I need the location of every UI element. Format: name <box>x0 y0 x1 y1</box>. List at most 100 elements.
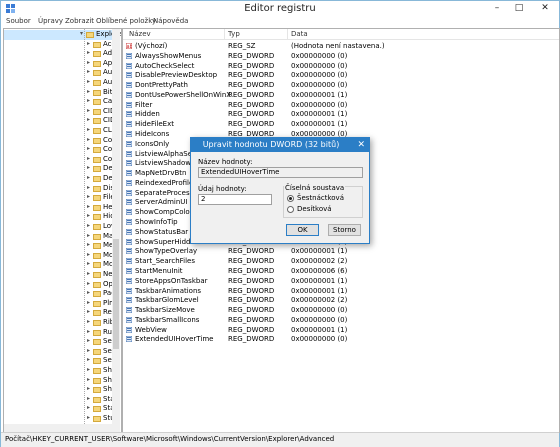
registry-key-tree[interactable]: ▸ Stu ▸ Star ▸ Star ▸ Shu ▸ Sha ▸ Sha ▸ Ses ▸ Sea ▸ Sea ▸ R… <box>3 28 122 433</box>
tree-item[interactable]: ▸ Sha <box>4 376 116 386</box>
registry-value-row[interactable]: TaskbarSmallIcons REG_DWORD 0x00000000 (0) <box>123 315 559 325</box>
registry-value-row[interactable]: Start_SearchFiles REG_DWORD 0x00000002 (2) <box>123 256 559 266</box>
tree-item[interactable]: ▾ Explore <box>4 30 121 40</box>
tree-item[interactable]: ▸ Hid <box>4 212 115 222</box>
expand-arrow-icon[interactable]: ▸ <box>87 337 90 344</box>
expand-arrow-icon[interactable]: ▸ <box>87 289 90 296</box>
menu-file[interactable]: Soubor <box>6 17 31 25</box>
menu-help[interactable]: Nápověda <box>153 17 188 25</box>
expand-arrow-icon[interactable]: ▸ <box>87 385 90 392</box>
menu-favorites[interactable]: Oblíbené položky <box>96 17 156 25</box>
dialog-close-button[interactable]: ✕ <box>357 140 365 150</box>
expand-arrow-icon[interactable]: ▸ <box>87 232 90 239</box>
hexadecimal-radio[interactable] <box>287 195 294 202</box>
expand-arrow-icon[interactable]: ▸ <box>87 174 90 181</box>
registry-value-row[interactable]: TaskbarSizeMove REG_DWORD 0x00000000 (0) <box>123 305 559 315</box>
expand-arrow-icon[interactable]: ▸ <box>87 241 90 248</box>
collapse-arrow-icon[interactable]: ▾ <box>80 30 83 37</box>
expand-arrow-icon[interactable]: ▸ <box>87 270 90 277</box>
tree-item[interactable]: ▸ BitE <box>4 88 117 98</box>
expand-arrow-icon[interactable]: ▸ <box>87 347 90 354</box>
expand-arrow-icon[interactable]: ▸ <box>87 145 90 152</box>
registry-value-row[interactable]: StoreAppsOnTaskbar REG_DWORD 0x00000001 (1… <box>123 276 559 286</box>
tree-item[interactable]: ▸ Pac <box>4 289 115 299</box>
tree-item[interactable]: ▸ Des <box>4 174 116 184</box>
tree-item[interactable]: ▸ Plm <box>4 299 116 309</box>
expand-arrow-icon[interactable]: ▸ <box>87 328 90 335</box>
expand-arrow-icon[interactable]: ▸ <box>87 59 90 66</box>
tree-item[interactable]: ▸ Sha <box>4 366 116 376</box>
tree-item[interactable]: ▸ Aut <box>4 78 115 88</box>
cancel-button[interactable]: Storno <box>328 224 361 236</box>
expand-arrow-icon[interactable]: ▸ <box>87 308 90 315</box>
column-header-type[interactable]: Typ <box>228 30 240 38</box>
tree-horizontal-scrollbar[interactable] <box>4 424 112 432</box>
expand-arrow-icon[interactable]: ▸ <box>87 126 90 133</box>
tree-item[interactable]: ▸ Cab <box>4 97 117 107</box>
value-data-input[interactable]: 2 <box>198 194 272 205</box>
column-separator[interactable] <box>224 29 225 39</box>
menu-edit[interactable]: Úpravy <box>38 17 63 25</box>
tree-item[interactable]: ▸ Disc <box>4 184 118 194</box>
registry-value-row[interactable]: ab(Výchozí) REG_SZ (Hodnota není nastavena… <box>123 41 559 51</box>
expand-arrow-icon[interactable]: ▸ <box>87 260 90 267</box>
expand-arrow-icon[interactable]: ▸ <box>87 212 90 219</box>
registry-value-row[interactable]: AlwaysShowMenus REG_DWORD 0x00000000 (0) <box>123 51 559 61</box>
expand-arrow-icon[interactable]: ▸ <box>87 155 90 162</box>
tree-item[interactable]: ▸ Star <box>4 404 117 414</box>
tree-item[interactable]: ▸ CID <box>4 107 115 117</box>
tree-item[interactable]: ▸ Star <box>4 395 117 405</box>
expand-arrow-icon[interactable]: ▸ <box>87 136 90 143</box>
expand-arrow-icon[interactable]: ▸ <box>87 68 90 75</box>
registry-value-row[interactable]: DontUsePowerShellOnWinX REG_DWORD 0x000000… <box>123 90 559 100</box>
expand-arrow-icon[interactable]: ▸ <box>87 107 90 114</box>
tree-item[interactable]: ▸ Sea <box>4 347 116 357</box>
tree-item[interactable]: ▸ Cor <box>4 145 115 155</box>
tree-item[interactable]: ▸ Ope <box>4 280 117 290</box>
expand-arrow-icon[interactable]: ▸ <box>87 88 90 95</box>
expand-arrow-icon[interactable]: ▸ <box>87 78 90 85</box>
registry-value-row[interactable]: TaskbarAnimations REG_DWORD 0x00000001 (1) <box>123 286 559 296</box>
tree-item[interactable]: ▸ Sea <box>4 337 116 347</box>
menu-view[interactable]: Zobrazit <box>65 17 94 25</box>
registry-value-row[interactable]: DisablePreviewDesktop REG_DWORD 0x00000000… <box>123 70 559 80</box>
registry-value-row[interactable]: StartMenuInit REG_DWORD 0x00000006 (6) <box>123 266 559 276</box>
maximize-button[interactable]: □ <box>511 2 527 14</box>
tree-item[interactable]: ▸ CID <box>4 116 115 126</box>
tree-item[interactable]: ▸ CLS <box>4 126 116 136</box>
expand-arrow-icon[interactable]: ▸ <box>87 164 90 171</box>
registry-value-row[interactable]: DontPrettyPath REG_DWORD 0x00000000 (0) <box>123 80 559 90</box>
registry-value-row[interactable]: ShowTypeOverlay REG_DWORD 0x00000001 (1) <box>123 246 559 256</box>
expand-arrow-icon[interactable]: ▸ <box>87 376 90 383</box>
tree-item[interactable]: ▸ Ses <box>4 356 115 366</box>
expand-arrow-icon[interactable]: ▸ <box>87 116 90 123</box>
expand-arrow-icon[interactable]: ▸ <box>87 366 90 373</box>
dialog-title-bar[interactable]: Upravit hodnotu DWORD (32 bitů) ✕ <box>191 138 369 152</box>
expand-arrow-icon[interactable]: ▸ <box>87 414 90 421</box>
expand-arrow-icon[interactable]: ▸ <box>87 251 90 258</box>
tree-item[interactable]: ▸ Rur <box>4 328 115 338</box>
decimal-radio[interactable] <box>287 206 294 213</box>
tree-scrollbar-thumb[interactable] <box>113 239 119 349</box>
expand-arrow-icon[interactable]: ▸ <box>87 97 90 104</box>
tree-item[interactable]: ▸ Des <box>4 164 116 174</box>
expand-arrow-icon[interactable]: ▸ <box>87 404 90 411</box>
expand-arrow-icon[interactable]: ▸ <box>87 193 90 200</box>
registry-value-row[interactable]: WebView REG_DWORD 0x00000001 (1) <box>123 325 559 335</box>
expand-arrow-icon[interactable]: ▸ <box>87 280 90 287</box>
tree-item[interactable]: ▸ Acc <box>4 40 115 50</box>
tree-item[interactable]: ▸ Cor <box>4 155 115 165</box>
tree-item[interactable]: ▸ Aut <box>4 68 115 78</box>
minimize-button[interactable]: – <box>489 2 505 14</box>
registry-value-row[interactable]: Hidden REG_DWORD 0x00000001 (1) <box>123 109 559 119</box>
expand-arrow-icon[interactable]: ▸ <box>87 395 90 402</box>
expand-arrow-icon[interactable]: ▸ <box>87 40 90 47</box>
registry-value-row[interactable]: AutoCheckSelect REG_DWORD 0x00000000 (0) <box>123 61 559 71</box>
expand-arrow-icon[interactable]: ▸ <box>87 299 90 306</box>
tree-item[interactable]: ▸ Stu <box>4 414 115 424</box>
tree-item[interactable]: ▸ Mo <box>4 260 113 270</box>
expand-arrow-icon[interactable]: ▸ <box>87 222 90 229</box>
column-separator[interactable] <box>287 29 288 39</box>
registry-value-row[interactable]: Filter REG_DWORD 0x00000000 (0) <box>123 100 559 110</box>
tree-item[interactable]: ▸ Adv <box>4 49 116 59</box>
